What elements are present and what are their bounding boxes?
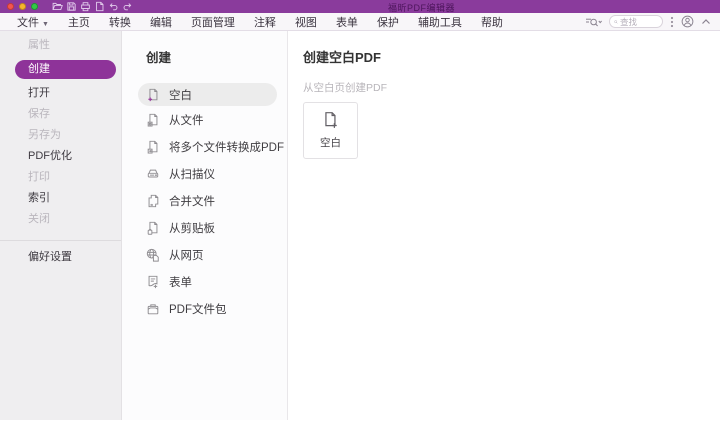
new-document-icon[interactable]: [93, 1, 105, 13]
find-searchbox[interactable]: [609, 15, 663, 28]
titlebar: 福昕PDF编辑器: [0, 0, 720, 13]
menu-protect[interactable]: 保护: [377, 14, 399, 30]
menu-accessibility[interactable]: 辅助工具: [418, 14, 462, 30]
pdf-portfolio-icon: [146, 302, 160, 316]
create-panel-header: 创建: [146, 51, 172, 65]
sidebar-item-index[interactable]: 索引: [0, 188, 121, 209]
menu-home[interactable]: 主页: [68, 14, 90, 30]
create-item-from-file[interactable]: 从文件: [122, 106, 287, 133]
file-sidebar: 属性 创建 打开 保存 另存为 PDF优化 打印 索引 关闭 偏好设置: [0, 31, 122, 420]
create-item-combine-files[interactable]: 合并文件: [122, 187, 287, 214]
create-item-label: 从剪贴板: [169, 222, 215, 235]
create-item-form[interactable]: 表单: [122, 268, 287, 295]
menu-page-manage[interactable]: 页面管理: [191, 14, 235, 30]
clipboard-icon: [146, 221, 160, 235]
blank-pdf-card[interactable]: 空白: [303, 102, 358, 159]
create-item-label: 从文件: [169, 114, 204, 127]
menu-comment[interactable]: 注释: [254, 14, 276, 30]
sidebar-item-close: 关闭: [28, 213, 50, 225]
sidebar-item-save-as: 另存为: [28, 129, 61, 141]
content-area: 属性 创建 打开 保存 另存为 PDF优化 打印 索引 关闭 偏好设置 创建 空…: [0, 31, 720, 420]
close-window-button[interactable]: [7, 3, 14, 10]
create-item-label: 从扫描仪: [169, 168, 215, 181]
app-window: 福昕PDF编辑器 文件 ▼ 主页 转换 编辑 页面管理 注释 视图 表单 保护 辅…: [0, 0, 720, 421]
convert-multiple-files-icon: [146, 140, 160, 154]
redo-icon[interactable]: [121, 1, 133, 13]
sidebar-item-save: 保存: [28, 108, 50, 120]
blank-document-icon: [146, 88, 160, 102]
create-item-blank[interactable]: 空白: [138, 83, 277, 106]
undo-icon[interactable]: [107, 1, 119, 13]
create-item-label: 空白: [169, 89, 192, 102]
search-options-icon[interactable]: [585, 16, 602, 28]
create-item-label: PDF文件包: [169, 303, 227, 316]
create-item-label: 从网页: [169, 249, 204, 262]
blank-card-label: 空白: [320, 137, 341, 149]
combine-files-icon: [146, 194, 160, 208]
find-input[interactable]: [620, 16, 658, 27]
chevron-down-icon: ▼: [42, 20, 49, 28]
create-item-from-clipboard[interactable]: 从剪贴板: [122, 214, 287, 241]
create-item-convert-multiple[interactable]: 将多个文件转换成PDF: [122, 133, 287, 160]
create-item-from-scanner[interactable]: 从扫描仪: [122, 160, 287, 187]
from-file-icon: [146, 113, 160, 127]
traffic-lights: [7, 3, 38, 10]
minimize-window-button[interactable]: [19, 3, 26, 10]
menu-help[interactable]: 帮助: [481, 14, 503, 30]
create-item-label: 将多个文件转换成PDF: [169, 141, 284, 154]
create-item-label: 表单: [169, 276, 192, 289]
create-options-list: 空白 从文件 将多个文件转换成PDF 从扫描仪 合并文件 从剪贴板 从网页 表单…: [122, 83, 287, 322]
create-item-from-webpage[interactable]: 从网页: [122, 241, 287, 268]
menu-edit[interactable]: 编辑: [150, 14, 172, 30]
menu-form[interactable]: 表单: [336, 14, 358, 30]
form-icon: [146, 275, 160, 289]
detail-subtitle: 从空白页创建PDF: [303, 82, 387, 94]
detail-header: 创建空白PDF: [303, 50, 382, 65]
create-item-label: 合并文件: [169, 195, 215, 208]
window-title: 福昕PDF编辑器: [388, 3, 456, 13]
sidebar-item-create[interactable]: 创建: [15, 60, 116, 79]
menubar-right-cluster: [585, 15, 720, 28]
webpage-icon: [146, 248, 160, 262]
menu-convert[interactable]: 转换: [109, 14, 131, 30]
save-icon[interactable]: [65, 1, 77, 13]
collapse-toolbar-icon[interactable]: [701, 18, 711, 25]
sidebar-item-properties: 属性: [28, 39, 50, 51]
account-icon[interactable]: [681, 15, 694, 28]
scanner-icon: [146, 167, 160, 181]
sidebar-item-pdf-optimize[interactable]: PDF优化: [0, 146, 121, 167]
menubar: 文件 ▼ 主页 转换 编辑 页面管理 注释 视图 表单 保护 辅助工具 帮助: [0, 13, 720, 31]
create-blank-pdf-panel: 创建空白PDF 从空白页创建PDF 空白: [288, 31, 720, 420]
blank-document-icon: [322, 111, 340, 129]
open-folder-icon[interactable]: [51, 1, 63, 13]
menu-file[interactable]: 文件 ▼: [17, 14, 49, 30]
sidebar-item-open[interactable]: 打开: [0, 83, 121, 104]
sidebar-divider: [0, 240, 121, 241]
print-icon[interactable]: [79, 1, 91, 13]
create-panel: 创建 空白 从文件 将多个文件转换成PDF 从扫描仪 合并文件 从剪贴板 从网页…: [122, 31, 288, 420]
create-item-pdf-portfolio[interactable]: PDF文件包: [122, 295, 287, 322]
more-options-icon[interactable]: [670, 16, 674, 28]
sidebar-item-preferences[interactable]: 偏好设置: [0, 247, 121, 268]
quick-access-toolbar: [51, 1, 133, 13]
sidebar-item-print: 打印: [28, 171, 50, 183]
menu-view[interactable]: 视图: [295, 14, 317, 30]
zoom-window-button[interactable]: [31, 3, 38, 10]
